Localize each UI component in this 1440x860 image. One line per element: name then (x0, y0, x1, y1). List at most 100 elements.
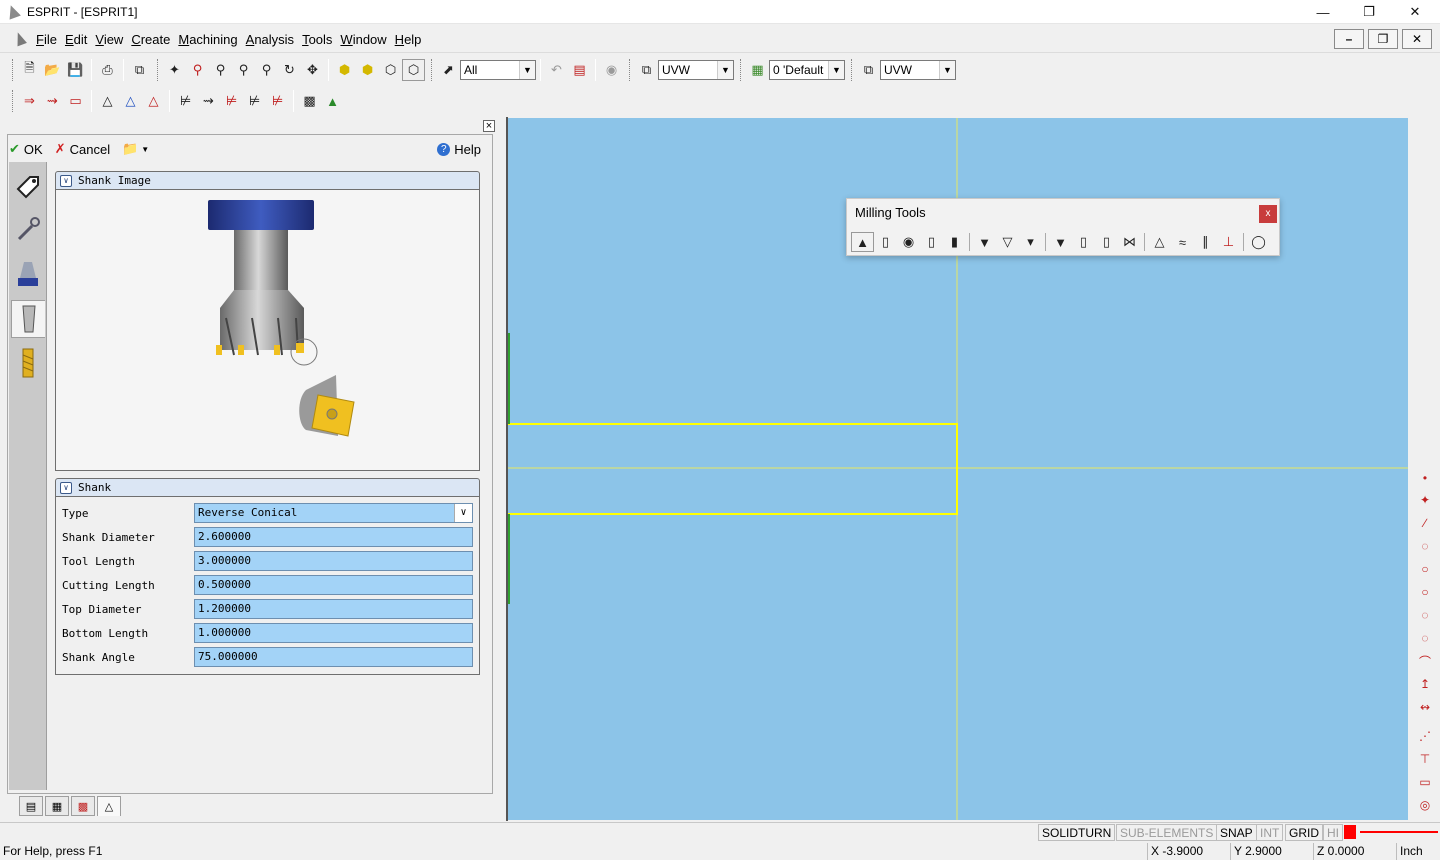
slot-mill-icon[interactable]: ▮ (943, 232, 966, 252)
mdi-minimize-button[interactable]: – (1334, 29, 1364, 49)
toolbar-grip[interactable] (851, 59, 854, 81)
work-plane-icon[interactable]: ⧉ (635, 59, 658, 81)
boring-bar-icon[interactable]: ▯ (1095, 232, 1118, 252)
face-mill-icon[interactable]: ▲ (851, 232, 874, 252)
toolbar-grip[interactable] (157, 59, 160, 81)
collapse-icon[interactable]: ∨ (60, 481, 72, 494)
line-style-swatch[interactable] (1360, 831, 1438, 833)
center-drill-icon[interactable]: ▽ (996, 232, 1019, 252)
type-select[interactable]: Reverse Conical ∨ (194, 503, 473, 523)
save-icon[interactable]: 💾 (64, 59, 87, 81)
circle-icon[interactable]: ○ (1415, 559, 1435, 579)
zoom-fit-icon[interactable]: ⚲ (255, 59, 278, 81)
chamfer-mill-icon[interactable]: ▼ (1049, 232, 1072, 252)
redraw-icon[interactable]: ✦ (163, 59, 186, 81)
zoom-out-icon[interactable]: ⚲ (232, 59, 255, 81)
restore-button[interactable]: ❐ (1346, 0, 1392, 24)
ellipse-icon[interactable]: ◎ (1415, 795, 1435, 815)
menu-analysis[interactable]: Analysis (242, 26, 298, 53)
hidden-line-icon[interactable]: ⬡ (402, 59, 425, 81)
close-button[interactable]: ✕ (1392, 0, 1438, 24)
toolbar-grip[interactable] (629, 59, 632, 81)
toolbar-grip[interactable] (740, 59, 743, 81)
selection-filter-select[interactable]: All ▼ (460, 60, 536, 80)
bull-nose-mill-icon[interactable]: ▯ (920, 232, 943, 252)
rotate-view-icon[interactable]: ↻ (278, 59, 301, 81)
tab-tool[interactable] (11, 210, 45, 248)
document-icon[interactable] (12, 31, 28, 47)
milling-tools-close-button[interactable]: x (1259, 205, 1277, 223)
tab-shank[interactable] (11, 300, 45, 338)
toolbar-grip[interactable] (431, 59, 434, 81)
top-diameter-input[interactable]: 1.200000 (194, 599, 473, 619)
stock-icon[interactable]: ▭ (64, 90, 87, 112)
chain-feature-icon[interactable]: △ (96, 90, 119, 112)
ball-mill-icon[interactable]: ◉ (897, 232, 920, 252)
help-button[interactable]: ? Help (437, 142, 481, 157)
layer-select[interactable]: 0 'Default ▼ (769, 60, 845, 80)
point-icon[interactable]: • (1415, 468, 1435, 488)
stop-icon[interactable]: ◉ (600, 59, 623, 81)
tab-cutter[interactable] (11, 344, 45, 382)
print-icon[interactable]: ⎙ (96, 59, 119, 81)
drill-icon[interactable]: ▼ (973, 232, 996, 252)
view-plane-select[interactable]: UVW ▼ (880, 60, 956, 80)
hi-indicator[interactable]: HI (1323, 824, 1343, 841)
new-file-icon[interactable]: 🗎 (18, 59, 41, 81)
copy-icon[interactable]: ⧉ (128, 59, 151, 81)
tool-assembly-icon[interactable]: ⊭ (266, 90, 289, 112)
view-plane-icon[interactable]: ⧉ (857, 59, 880, 81)
point-options-icon[interactable]: ✦ (1415, 490, 1435, 510)
shank-angle-input[interactable]: 75.000000 (194, 647, 473, 667)
layers-icon[interactable]: ▦ (746, 59, 769, 81)
snap-indicator[interactable]: SNAP (1216, 824, 1257, 841)
circle-radius-icon[interactable]: ◌ (1415, 628, 1435, 648)
custom-tool-icon[interactable]: ◯ (1247, 232, 1270, 252)
tab-tools[interactable]: △ (97, 796, 121, 816)
chevron-down-icon[interactable]: ∨ (454, 504, 472, 522)
open-folder-icon[interactable]: 📂 (41, 59, 64, 81)
bottom-length-input[interactable]: 1.000000 (194, 623, 473, 643)
undo-icon[interactable]: ↶ (545, 59, 568, 81)
int-indicator[interactable]: INT (1256, 824, 1284, 841)
chevron-down-icon[interactable]: ▼ (939, 61, 955, 79)
trim-icon[interactable]: ↭ (1415, 697, 1435, 717)
tool-holder-icon[interactable]: ⊭ (243, 90, 266, 112)
chevron-down-icon[interactable]: ▼ (828, 61, 844, 79)
dovetail-mill-icon[interactable]: △ (1148, 232, 1171, 252)
menu-machining[interactable]: Machining (174, 26, 241, 53)
end-mill-icon[interactable]: ▯ (874, 232, 897, 252)
milling-tool-icon[interactable]: ⊭ (174, 90, 197, 112)
open-folder-dropdown[interactable]: 📁 ▼ (122, 141, 149, 157)
ok-button[interactable]: ✔ OK (9, 141, 43, 157)
pocket-feature-icon[interactable]: △ (119, 90, 142, 112)
menu-edit[interactable]: Edit (61, 26, 91, 53)
arc-icon[interactable]: ⌒ (1415, 651, 1435, 671)
turning-tool-icon[interactable]: ⇝ (197, 90, 220, 112)
mdi-restore-button[interactable]: ❐ (1368, 29, 1398, 49)
tool-length-input[interactable]: 3.000000 (194, 551, 473, 571)
menu-create[interactable]: Create (127, 26, 174, 53)
grid-indicator[interactable]: GRID (1285, 824, 1323, 841)
reamer-icon[interactable]: ▯ (1072, 232, 1095, 252)
line-icon[interactable]: ∕ (1415, 513, 1435, 533)
shank-image-header[interactable]: ∨ Shank Image (55, 171, 480, 190)
wireframe-icon[interactable]: ⬡ (379, 59, 402, 81)
sub-elements-indicator[interactable]: SUB-ELEMENTS (1116, 824, 1218, 841)
form-mill-icon[interactable]: ∥ (1194, 232, 1217, 252)
spline-icon[interactable]: ⋰ (1415, 726, 1435, 746)
solidturn-indicator[interactable]: SOLIDTURN (1038, 824, 1116, 841)
menu-tools[interactable]: Tools (298, 26, 336, 53)
chevron-down-icon[interactable]: ▼ (717, 61, 733, 79)
tab-holder[interactable] (11, 256, 45, 294)
menu-view[interactable]: View (91, 26, 127, 53)
tap-icon[interactable]: ⋈ (1118, 232, 1141, 252)
paste-icon[interactable]: ▤ (568, 59, 591, 81)
workplane-select[interactable]: UVW ▼ (658, 60, 734, 80)
panel-close-icon[interactable]: × (483, 120, 495, 132)
tab-general[interactable] (11, 166, 45, 204)
zoom-in-icon[interactable]: ⚲ (209, 59, 232, 81)
color-swatch[interactable] (1344, 825, 1356, 839)
post-process-icon[interactable]: ▲ (321, 90, 344, 112)
menu-file[interactable]: File (32, 26, 61, 53)
